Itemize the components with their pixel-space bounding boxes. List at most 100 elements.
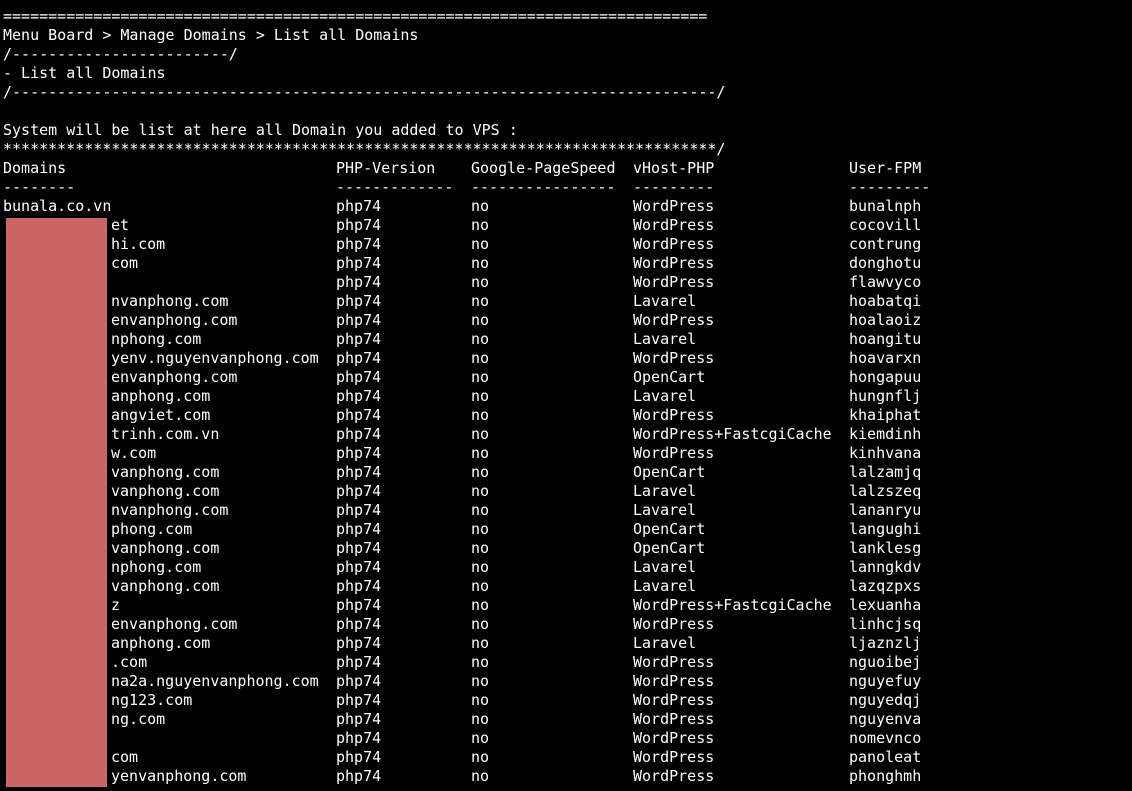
table-row: yenvanphong.com php74 no WordPress phonghmh (3, 767, 1132, 786)
table-row: anphong.com php74 no Laravel ljaznzlj (3, 634, 1132, 653)
table-row: hi.com php74 no WordPress contrung (3, 235, 1132, 254)
terminal-output: ========================================… (3, 7, 1132, 786)
php-version-cell: php74 (336, 368, 382, 386)
user-fpm-cell: hoabatqi (849, 292, 922, 310)
header-google-pagespeed: Google-PageSpeed (471, 159, 616, 177)
table-row: vanphong.com php74 no OpenCart lalzamjq (3, 463, 1132, 482)
vhost-cell: OpenCart (633, 539, 706, 557)
user-fpm-cell: linhcjsq (849, 615, 922, 633)
table-row: vanphong.com php74 no Laravel lalzszeq (3, 482, 1132, 501)
table-row: na2a.nguyenvanphong.com php74 no WordPress n… (3, 672, 1132, 691)
user-fpm-cell: hongapuu (849, 368, 922, 386)
pagespeed-cell: no (471, 463, 490, 481)
php-version-cell: php74 (336, 596, 382, 614)
php-version-cell: php74 (336, 216, 382, 234)
vhost-cell: WordPress (633, 710, 715, 728)
pagespeed-cell: no (471, 406, 490, 424)
vhost-cell: Lavarel (633, 330, 697, 348)
table-row: nphong.com php74 no Lavarel hoangitu (3, 330, 1132, 349)
pagespeed-cell: no (471, 596, 490, 614)
user-fpm-cell: hoangitu (849, 330, 922, 348)
user-fpm-cell: hoalaoiz (849, 311, 922, 329)
pagespeed-cell: no (471, 520, 490, 538)
user-fpm-cell: nguyedqj (849, 691, 922, 709)
vhost-cell: WordPress+FastcgiCache (633, 596, 832, 614)
user-fpm-cell: donghotu (849, 254, 922, 272)
table-row: nvanphong.com php74 no Lavarel lananryu (3, 501, 1132, 520)
vhost-cell: WordPress (633, 729, 715, 747)
table-row: vanphong.com php74 no Lavarel lazqzpxs (3, 577, 1132, 596)
table-row: vanphong.com php74 no OpenCart lanklesg (3, 539, 1132, 558)
php-version-cell: php74 (336, 235, 382, 253)
domain-table-body: bunala.co.vn php74 no WordPress bunalnph et ph… (3, 197, 1132, 786)
pagespeed-cell: no (471, 748, 490, 766)
user-fpm-cell: kinhvana (849, 444, 922, 462)
header-php-version: PHP-Version (336, 159, 436, 177)
user-fpm-cell: khaiphat (849, 406, 922, 424)
php-version-cell: php74 (336, 425, 382, 443)
vhost-cell: Laravel (633, 482, 697, 500)
table-header: Domains PHP-Version Google-PageSpeed vHo… (3, 159, 1132, 178)
intro-text: System will be list at here all Domain y… (3, 121, 518, 139)
user-fpm-cell: nguoibej (849, 653, 922, 671)
php-version-cell: php74 (336, 330, 382, 348)
user-fpm-cell: bunalnph (849, 197, 922, 215)
vhost-cell: WordPress (633, 444, 715, 462)
pagespeed-cell: no (471, 216, 490, 234)
header-user-fpm: User-FPM (849, 159, 922, 177)
vhost-cell: WordPress (633, 748, 715, 766)
separator-short: /------------------------/ (3, 45, 238, 63)
pagespeed-cell: no (471, 729, 490, 747)
php-version-cell: php74 (336, 501, 382, 519)
pagespeed-cell: no (471, 539, 490, 557)
pagespeed-cell: no (471, 444, 490, 462)
vhost-cell: OpenCart (633, 463, 706, 481)
table-row: php74 no WordPress flawvyco (3, 273, 1132, 292)
vhost-cell: Lavarel (633, 501, 697, 519)
php-version-cell: php74 (336, 748, 382, 766)
separator-equals: ========================================… (3, 7, 708, 25)
vhost-cell: Laravel (633, 634, 697, 652)
pagespeed-cell: no (471, 292, 490, 310)
php-version-cell: php74 (336, 634, 382, 652)
pagespeed-cell: no (471, 615, 490, 633)
table-row: angviet.com php74 no WordPress khaiphat (3, 406, 1132, 425)
pagespeed-cell: no (471, 767, 490, 785)
vhost-cell: OpenCart (633, 520, 706, 538)
vhost-cell: WordPress (633, 273, 715, 291)
vhost-cell: WordPress (633, 691, 715, 709)
header-vhost-php: vHost-PHP (633, 159, 715, 177)
vhost-cell: WordPress (633, 197, 715, 215)
vhost-cell: WordPress (633, 349, 715, 367)
section-title: - List all Domains (3, 64, 166, 82)
vhost-cell: WordPress (633, 254, 715, 272)
php-version-cell: php74 (336, 387, 382, 405)
table-row: envanphong.com php74 no WordPress hoalaoiz (3, 311, 1132, 330)
table-row: php74 no WordPress nomevnco (3, 729, 1132, 748)
php-version-cell: php74 (336, 197, 382, 215)
separator-long: /---------------------------------------… (3, 83, 726, 101)
vhost-cell: WordPress (633, 615, 715, 633)
pagespeed-cell: no (471, 691, 490, 709)
user-fpm-cell: phonghmh (849, 767, 922, 785)
pagespeed-cell: no (471, 235, 490, 253)
php-version-cell: php74 (336, 691, 382, 709)
user-fpm-cell: lalzszeq (849, 482, 922, 500)
php-version-cell: php74 (336, 558, 382, 576)
vhost-cell: WordPress (633, 653, 715, 671)
user-fpm-cell: lanklesg (849, 539, 922, 557)
pagespeed-cell: no (471, 653, 490, 671)
php-version-cell: php74 (336, 349, 382, 367)
table-row: yenv.nguyenvanphong.com php74 no WordPress h… (3, 349, 1132, 368)
table-row: et php74 no WordPress cocovill (3, 216, 1132, 235)
pagespeed-cell: no (471, 482, 490, 500)
vhost-cell: WordPress (633, 235, 715, 253)
terminal-window[interactable]: { "terminal": { "rule_top": "===========… (0, 0, 1132, 791)
pagespeed-cell: no (471, 349, 490, 367)
redaction-block (6, 218, 107, 787)
php-version-cell: php74 (336, 672, 382, 690)
table-row: anphong.com php74 no Lavarel hungnflj (3, 387, 1132, 406)
php-version-cell: php74 (336, 577, 382, 595)
vhost-cell: WordPress (633, 672, 715, 690)
